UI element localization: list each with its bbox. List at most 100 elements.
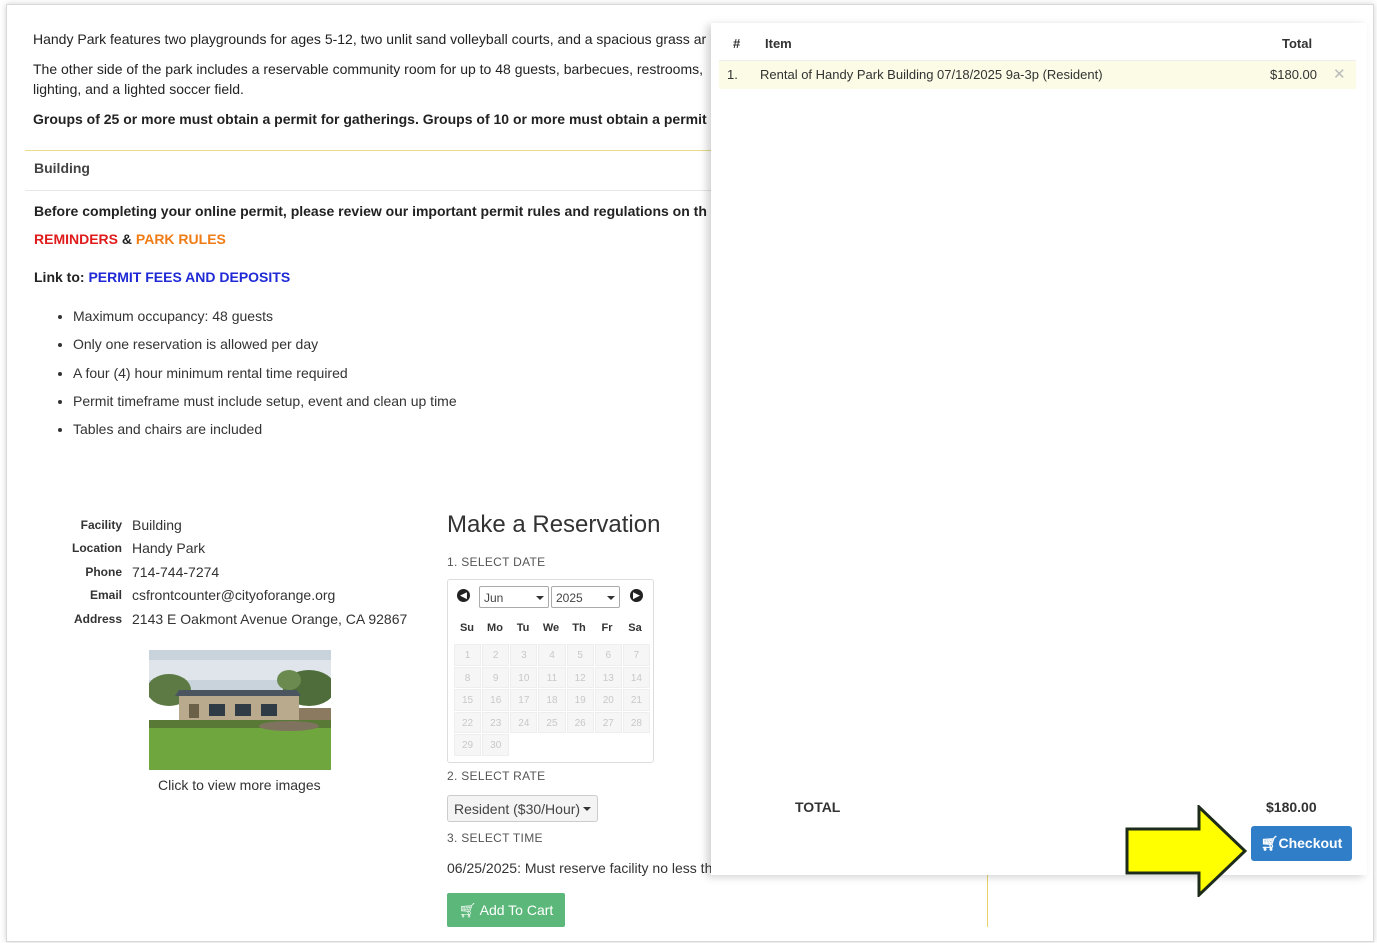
total-value: $180.00 [1266, 799, 1317, 815]
year-select[interactable]: 2025 [551, 586, 620, 608]
fees-link-row: Link to: PERMIT FEES AND DEPOSITS [34, 267, 290, 287]
row-item: Rental of Handy Park Building 07/18/2025… [760, 67, 1103, 82]
month-select[interactable]: Jun [479, 586, 549, 608]
facility-info: Facility Building Location Handy Park Phon… [47, 513, 407, 631]
total-label: TOTAL [795, 799, 841, 815]
location-value: Handy Park [132, 540, 206, 557]
cart-panel: # Item Total 1. Rental of Handy Park Bui… [711, 23, 1367, 875]
address-label: Address [73, 611, 122, 626]
row-total: $180.00 [1270, 67, 1317, 82]
list-item: A four (4) hour minimum rental time requ… [73, 362, 457, 390]
col-number: # [733, 36, 741, 51]
calendar-day: 2 [482, 644, 510, 666]
step-select-date: 1. SELECT DATE [447, 555, 546, 569]
reminders-link[interactable]: REMINDERS [34, 231, 118, 247]
col-item: Item [765, 36, 792, 51]
calendar-day: 18 [538, 689, 566, 711]
reservation-title: Make a Reservation [447, 511, 661, 538]
calendar-day: 30 [482, 734, 510, 756]
add-to-cart-label: Add To Cart [479, 902, 554, 918]
calendar-day: 24 [510, 711, 538, 733]
datepicker: ◀ Jun 2025 ▶ Su Mo Tu We Th Fr Sa 1 2 3 4 5 6 7 8 9 10 1… [447, 579, 654, 763]
facility-value: Building [132, 516, 182, 533]
intro-line-2: The other side of the park includes a re… [33, 61, 703, 77]
group-permit-notice: Groups of 25 or more must obtain a permi… [33, 111, 707, 127]
address-value: 2143 E Oakmont Avenue Orange, CA 92867 [132, 610, 408, 627]
weekday-label: Su [459, 622, 475, 634]
calendar-day: 9 [482, 666, 510, 688]
rules-list: Maximum occupancy: 48 guests Only one re… [55, 305, 457, 446]
prev-month-icon[interactable]: ◀ [457, 589, 470, 602]
calendar-day: 20 [594, 689, 622, 711]
section-title: Building [34, 160, 90, 176]
calendar-day: 5 [566, 644, 594, 666]
calendar-day: 19 [566, 689, 594, 711]
calendar-day: 1 [454, 644, 482, 666]
weekday-label: Sa [628, 622, 642, 634]
calendar-day: 26 [566, 711, 594, 733]
calendar-day: 3 [510, 644, 538, 666]
calendar-day: 7 [622, 644, 650, 666]
reminders-links: REMINDERS & PARK RULES [34, 229, 226, 249]
phone-value: 714-744-7274 [132, 563, 220, 580]
location-label: Location [72, 541, 122, 556]
weekday-label: Tu [516, 622, 530, 634]
chevron-down-icon [607, 596, 615, 600]
weekday-header: Su Mo Tu We Th Fr Sa [453, 622, 649, 634]
weekday-label: We [542, 622, 560, 634]
calendar-grid: 1 2 3 4 5 6 7 8 9 10 11 12 13 14 15 16 17 18 19 20 21 22 23 24 2… [454, 644, 650, 756]
browser-page: Handy Park features two playgrounds for … [6, 4, 1374, 942]
col-total: Total [1282, 36, 1313, 51]
weekday-label: Mo [487, 622, 503, 634]
weekday-label: Th [572, 622, 586, 634]
calendar-day: 23 [482, 711, 510, 733]
table-row: 1. Rental of Handy Park Building 07/18/2… [719, 60, 1356, 89]
divider [25, 150, 725, 151]
phone-label: Phone [85, 564, 122, 579]
calendar-day: 11 [538, 666, 566, 688]
year-value: 2025 [556, 591, 583, 605]
remove-item-icon[interactable]: ✕ [1333, 65, 1346, 83]
calendar-day: 12 [566, 666, 594, 688]
list-item: Tables and chairs are included [73, 418, 457, 446]
intro-line-1: Handy Park features two playgrounds for … [33, 31, 707, 47]
calendar-day: 22 [454, 711, 482, 733]
chevron-down-icon [583, 807, 591, 811]
highlight-arrow-icon [1125, 805, 1247, 897]
chevron-down-icon [536, 596, 544, 600]
calendar-day: 17 [510, 689, 538, 711]
checkout-label: Checkout [1278, 835, 1343, 851]
park-rules-link[interactable]: PARK RULES [136, 231, 226, 247]
ampersand: & [118, 231, 136, 247]
permit-review-notice: Before completing your online permit, pl… [34, 203, 707, 219]
list-item: Only one reservation is allowed per day [73, 333, 457, 361]
calendar-day: 15 [454, 689, 482, 711]
facility-label: Facility [80, 517, 122, 532]
checkout-button[interactable]: 🛒︎Checkout [1251, 826, 1352, 861]
intro-line-2b: lighting, and a lighted soccer field. [33, 81, 244, 97]
calendar-day: 8 [454, 666, 482, 688]
add-to-cart-button[interactable]: 🛒︎ Add To Cart [447, 893, 565, 927]
cart-table-header: # Item Total [711, 31, 1356, 55]
calendar-day: 25 [538, 711, 566, 733]
time-message: 06/25/2025: Must reserve facility no les… [447, 860, 713, 876]
permit-fees-link[interactable]: PERMIT FEES AND DEPOSITS [88, 269, 290, 285]
view-more-images-link[interactable]: Click to view more images [158, 777, 321, 793]
rate-select[interactable]: Resident ($30/Hour) [447, 795, 598, 822]
step-select-rate: 2. SELECT RATE [447, 769, 546, 783]
calendar-day: 4 [538, 644, 566, 666]
list-item: Permit timeframe must include setup, eve… [73, 390, 457, 418]
step-select-time: 3. SELECT TIME [447, 831, 543, 845]
datepicker-header: ◀ Jun 2025 ▶ [448, 585, 653, 609]
next-month-icon[interactable]: ▶ [630, 589, 643, 602]
rate-value: Resident ($30/Hour) [454, 801, 581, 817]
calendar-day: 14 [622, 666, 650, 688]
calendar-day: 21 [622, 689, 650, 711]
email-label: Email [89, 588, 122, 603]
calendar-day: 28 [622, 711, 650, 733]
calendar-day: 29 [454, 734, 482, 756]
facility-photo[interactable] [149, 650, 331, 770]
calendar-day: 13 [594, 666, 622, 688]
row-number: 1. [727, 67, 738, 82]
email-value[interactable]: csfrontcounter@cityoforange.org [132, 587, 335, 603]
